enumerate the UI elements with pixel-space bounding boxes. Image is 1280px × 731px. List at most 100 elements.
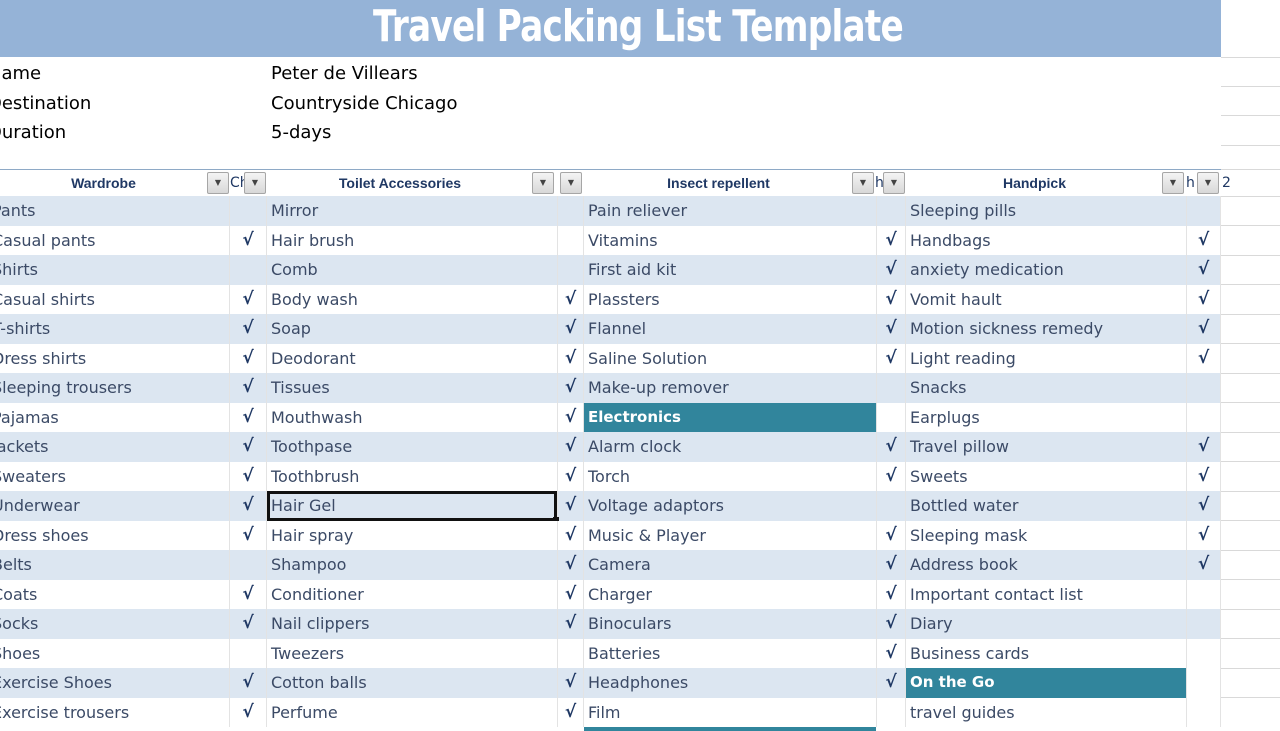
item-cell[interactable]: Shirts (0, 255, 229, 285)
item-cell[interactable]: T-shirts (0, 314, 229, 344)
check-cell[interactable]: √ (876, 461, 906, 491)
item-cell[interactable]: Comb (267, 255, 557, 285)
item-cell[interactable]: Deodorant (267, 344, 557, 374)
item-cell[interactable]: Dress shoes (0, 521, 229, 551)
check-cell[interactable]: √ (557, 284, 584, 314)
item-cell[interactable]: Address book (906, 550, 1186, 580)
item-cell[interactable]: Hair spray (267, 521, 557, 551)
item-cell[interactable]: Mirror (267, 196, 557, 226)
item-cell[interactable]: Business cards (906, 639, 1186, 669)
check-cell[interactable]: √ (876, 225, 906, 255)
item-cell[interactable]: Flannel (584, 314, 876, 344)
item-cell[interactable]: Vomit hault (906, 285, 1186, 315)
item-cell[interactable]: anxiety medication (906, 255, 1186, 285)
check-cell[interactable] (1186, 668, 1221, 698)
item-cell[interactable]: Batteries (584, 639, 876, 669)
item-cell[interactable]: Tissues (267, 373, 557, 403)
item-cell[interactable]: Casual shirts (0, 285, 229, 315)
check-cell[interactable]: √ (557, 579, 584, 609)
info-value[interactable]: 5-days (271, 118, 331, 147)
check-cell[interactable]: √ (229, 314, 267, 344)
check-cell[interactable]: √ (229, 432, 267, 462)
check-cell[interactable]: √ (557, 520, 584, 550)
item-cell[interactable]: Exercise trousers (0, 698, 229, 728)
filter-dropdown-button[interactable]: ▼ (1162, 172, 1184, 194)
item-cell[interactable]: Travel pillow (906, 432, 1186, 462)
check-cell[interactable]: √ (557, 343, 584, 373)
item-cell[interactable]: Jackets (0, 432, 229, 462)
check-cell[interactable] (229, 196, 267, 226)
check-cell[interactable]: √ (229, 461, 267, 491)
check-cell[interactable] (1186, 638, 1221, 668)
filter-dropdown-button[interactable]: ▼ (1197, 172, 1219, 194)
item-cell[interactable]: Underwear (0, 491, 229, 521)
item-cell[interactable]: Plassters (584, 285, 876, 315)
check-cell[interactable]: √ (876, 314, 906, 344)
item-cell[interactable]: Music & Player (584, 521, 876, 551)
item-cell[interactable]: Coats (0, 580, 229, 610)
check-cell[interactable]: √ (229, 668, 267, 698)
item-cell[interactable]: Vitamins (584, 226, 876, 256)
item-cell[interactable]: Headphones (584, 668, 876, 698)
check-cell[interactable] (1186, 579, 1221, 609)
check-cell[interactable] (876, 491, 906, 521)
item-cell[interactable]: Charger (584, 580, 876, 610)
section-header-cell[interactable]: Electronics (584, 402, 876, 432)
item-cell[interactable]: Motion sickness remedy (906, 314, 1186, 344)
check-cell[interactable]: √ (1186, 255, 1221, 285)
item-cell[interactable]: First aid kit (584, 255, 876, 285)
check-cell[interactable]: √ (876, 432, 906, 462)
check-cell[interactable]: √ (876, 255, 906, 285)
check-cell[interactable]: √ (876, 609, 906, 639)
check-cell[interactable]: √ (876, 550, 906, 580)
check-cell[interactable]: √ (876, 520, 906, 550)
item-cell[interactable]: Sleeping trousers (0, 373, 229, 403)
check-cell[interactable]: √ (557, 609, 584, 639)
item-cell[interactable]: Perfume (267, 698, 557, 728)
check-cell[interactable]: √ (557, 432, 584, 462)
check-cell[interactable] (557, 196, 584, 226)
item-cell[interactable]: Pants (0, 196, 229, 226)
check-cell[interactable] (557, 638, 584, 668)
check-cell[interactable]: √ (229, 343, 267, 373)
info-value[interactable]: Peter de Villears (271, 59, 418, 88)
item-cell[interactable]: Bottled water (906, 491, 1186, 521)
check-cell[interactable] (876, 196, 906, 226)
check-cell[interactable]: √ (557, 668, 584, 698)
item-cell[interactable]: Shoes (0, 639, 229, 669)
check-cell[interactable]: √ (1186, 225, 1221, 255)
check-cell[interactable] (1186, 196, 1221, 226)
check-cell[interactable]: √ (876, 343, 906, 373)
item-cell[interactable]: Film (584, 698, 876, 728)
check-cell[interactable]: √ (557, 402, 584, 432)
item-cell[interactable]: Sweaters (0, 462, 229, 492)
check-cell[interactable]: √ (876, 668, 906, 698)
check-cell[interactable]: √ (229, 402, 267, 432)
check-cell[interactable] (1186, 402, 1221, 432)
check-cell[interactable]: √ (229, 225, 267, 255)
check-cell[interactable]: √ (1186, 284, 1221, 314)
item-cell[interactable]: Pajamas (0, 403, 229, 433)
item-cell[interactable]: Earplugs (906, 403, 1186, 433)
check-cell[interactable]: √ (557, 314, 584, 344)
item-cell[interactable]: Important contact list (906, 580, 1186, 610)
info-value[interactable]: Countryside Chicago (271, 89, 457, 118)
check-cell[interactable]: √ (229, 520, 267, 550)
check-cell[interactable]: √ (557, 461, 584, 491)
item-cell[interactable]: Tweezers (267, 639, 557, 669)
item-cell[interactable]: Hair brush (267, 226, 557, 256)
check-cell[interactable]: √ (557, 550, 584, 580)
check-cell[interactable] (1186, 373, 1221, 403)
item-cell[interactable]: Torch (584, 462, 876, 492)
check-cell[interactable] (1186, 697, 1221, 727)
filter-dropdown-button[interactable]: ▼ (244, 172, 266, 194)
check-cell[interactable] (557, 225, 584, 255)
check-cell[interactable]: √ (229, 579, 267, 609)
check-cell[interactable]: √ (876, 579, 906, 609)
item-cell[interactable]: Sweets (906, 462, 1186, 492)
check-cell[interactable]: √ (229, 284, 267, 314)
item-cell[interactable]: Pain reliever (584, 196, 876, 226)
check-cell[interactable] (229, 550, 267, 580)
check-cell[interactable] (876, 373, 906, 403)
item-cell[interactable]: Mouthwash (267, 403, 557, 433)
